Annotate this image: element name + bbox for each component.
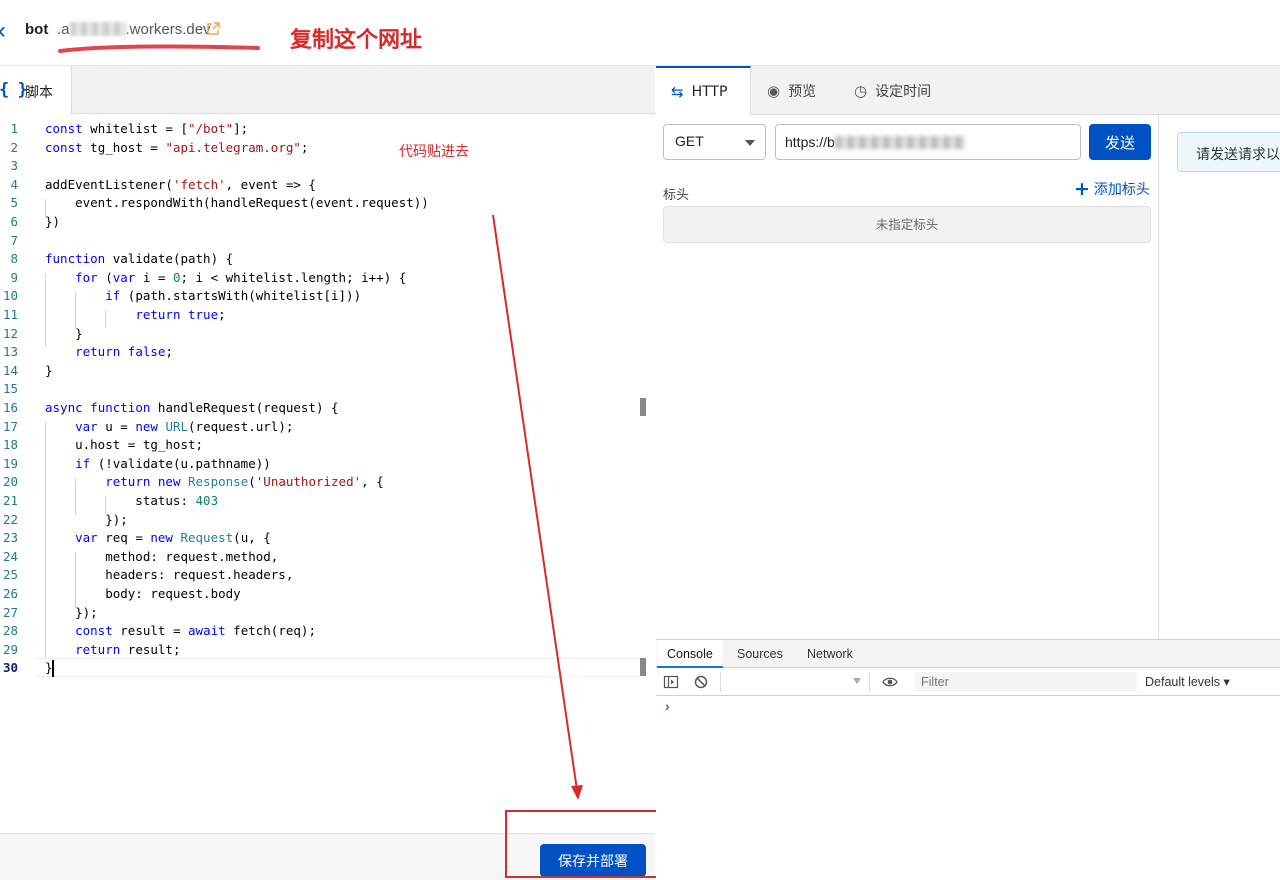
tab-schedule-label: 设定时间 <box>875 83 932 100</box>
console-toolbar: Default levels ▾ <box>656 668 1280 696</box>
tab-script[interactable]: { } 脚本 <box>0 66 72 115</box>
annotation-copy-url: 复制这个网址 <box>290 28 423 53</box>
tab-sources[interactable]: Sources <box>727 640 793 668</box>
http-panel: ⇆ HTTP ◉ 预览 ◷ 设定时间 GET https://b 发送 标头 +… <box>656 66 1280 639</box>
code-line: 26 body: request.body <box>2 586 241 601</box>
code-line: 23 var req = new Request(u, { <box>2 530 271 546</box>
worker-name: bot <box>25 21 49 38</box>
code-line: 20 return new Response('Unauthorized', { <box>2 474 384 490</box>
code-line: 10 if (path.startsWith(whitelist[i])) <box>2 288 362 304</box>
add-header-button[interactable]: + 添加标头 <box>1074 179 1150 199</box>
tab-http[interactable]: ⇆ HTTP <box>656 66 751 115</box>
text-cursor <box>52 660 54 677</box>
code-line: 6}) <box>10 214 61 229</box>
code-line: 5 event.respondWith(handleRequest(event.… <box>10 195 429 211</box>
eye-icon[interactable] <box>882 674 898 690</box>
worker-header: ‹ bot .a .workers.dev 复制这个网址 <box>0 0 1280 66</box>
console-filter-input[interactable] <box>915 672 1137 692</box>
worker-url-prefix: .a <box>57 21 70 38</box>
code-line: 12 } <box>2 325 83 341</box>
external-link-icon[interactable] <box>205 21 221 37</box>
response-hint: 请发送请求以 <box>1177 132 1280 172</box>
code-line: 9 for (var i = 0; i < whitelist.length; … <box>10 269 407 285</box>
http-method-select[interactable]: GET <box>663 124 766 160</box>
code-line: 30} <box>2 660 53 676</box>
code-line: 17 var u = new URL(request.url); <box>2 418 294 434</box>
braces-icon: { } <box>0 80 28 100</box>
console-prompt-icon[interactable]: › <box>665 698 670 714</box>
code-line: 18 u.host = tg_host; <box>2 437 204 453</box>
code-line: 24 method: request.method, <box>2 548 279 564</box>
worker-url-suffix: .workers.dev <box>125 21 211 38</box>
eye-icon: ◉ <box>767 81 781 100</box>
request-url-value: https://b <box>785 134 835 150</box>
chevron-down-icon <box>853 678 861 684</box>
tab-preview-label: 预览 <box>788 83 817 100</box>
scrollbar-marker[interactable] <box>640 658 646 676</box>
sidebar-toggle-icon[interactable] <box>663 674 679 690</box>
swap-arrows-icon: ⇆ <box>671 82 684 101</box>
add-header-label: 添加标头 <box>1093 182 1150 198</box>
http-tabbar: ⇆ HTTP ◉ 预览 ◷ 设定时间 <box>656 66 1280 115</box>
no-headers-placeholder: 未指定标头 <box>663 206 1151 243</box>
code-line: 2 const tg_host = "api.telegram.org"; <box>10 139 309 155</box>
redacted-subdomain <box>69 22 126 36</box>
code-line: 13 return false; <box>2 344 173 360</box>
worker-url[interactable]: .a .workers.dev <box>57 21 211 38</box>
clear-console-icon[interactable] <box>693 674 709 690</box>
response-area: 请发送请求以 <box>1160 115 1280 639</box>
code-line: 28 const result = await fetch(req); <box>2 623 316 639</box>
script-panel: { } 脚本 1 const whitelist = ["/bot"]; 2 con… <box>0 66 655 880</box>
headers-label: 标头 <box>663 188 690 203</box>
code-line: 1 const whitelist = ["/bot"]; <box>10 121 249 136</box>
devtools-tabbar: Console Sources Network <box>656 640 1280 668</box>
tab-network[interactable]: Network <box>797 640 863 668</box>
code-editor[interactable]: 1 const whitelist = ["/bot"]; 2 const tg_h… <box>0 115 655 833</box>
context-select[interactable] <box>720 672 870 692</box>
tab-script-label: 脚本 <box>25 84 53 100</box>
tab-preview[interactable]: ◉ 预览 <box>767 66 816 115</box>
code-line: 25 headers: request.headers, <box>2 567 294 583</box>
code-line: 27 }); <box>2 604 98 620</box>
code-line: 29 return result; <box>2 641 181 657</box>
tab-console[interactable]: Console <box>657 640 723 668</box>
log-levels-dropdown[interactable]: Default levels ▾ <box>1145 674 1230 689</box>
code-line: 3 <box>10 158 18 174</box>
red-underline-mark <box>58 44 260 53</box>
request-url-input[interactable]: https://b <box>775 124 1081 160</box>
code-line: 16 async function handleRequest(request) … <box>2 400 339 415</box>
send-button[interactable]: 发送 <box>1089 124 1151 160</box>
tab-http-label: HTTP <box>691 83 728 100</box>
plus-icon: + <box>1074 178 1090 200</box>
red-highlight-box <box>505 810 665 878</box>
code-line: 7 <box>10 232 18 248</box>
annotation-paste-code: 代码贴进去 <box>399 144 469 160</box>
back-chevron-icon[interactable]: ‹ <box>0 18 14 44</box>
request-area: GET https://b 发送 标头 + 添加标头 未指定标头 <box>656 115 1159 639</box>
code-line: 19 if (!validate(u.pathname)) <box>2 455 271 471</box>
script-tabbar: { } 脚本 <box>0 66 655 115</box>
clock-icon: ◷ <box>854 81 868 100</box>
http-method-value: GET <box>675 133 704 149</box>
tab-schedule[interactable]: ◷ 设定时间 <box>854 66 931 115</box>
scrollbar-marker[interactable] <box>640 398 646 416</box>
devtools-panel: Console Sources Network Default levels ▾… <box>656 639 1280 880</box>
code-line: 21 status: 403 <box>2 493 219 508</box>
chevron-down-icon <box>745 140 755 146</box>
code-line: 22 }); <box>2 511 128 527</box>
redacted-url <box>834 136 965 149</box>
code-line: 14} <box>2 362 53 378</box>
code-line: 4 addEventListener('fetch', event => { <box>10 176 316 192</box>
code-line: 11 return true; <box>2 307 226 322</box>
code-line: 15 <box>2 381 18 397</box>
code-line: 8 function validate(path) { <box>10 251 234 267</box>
